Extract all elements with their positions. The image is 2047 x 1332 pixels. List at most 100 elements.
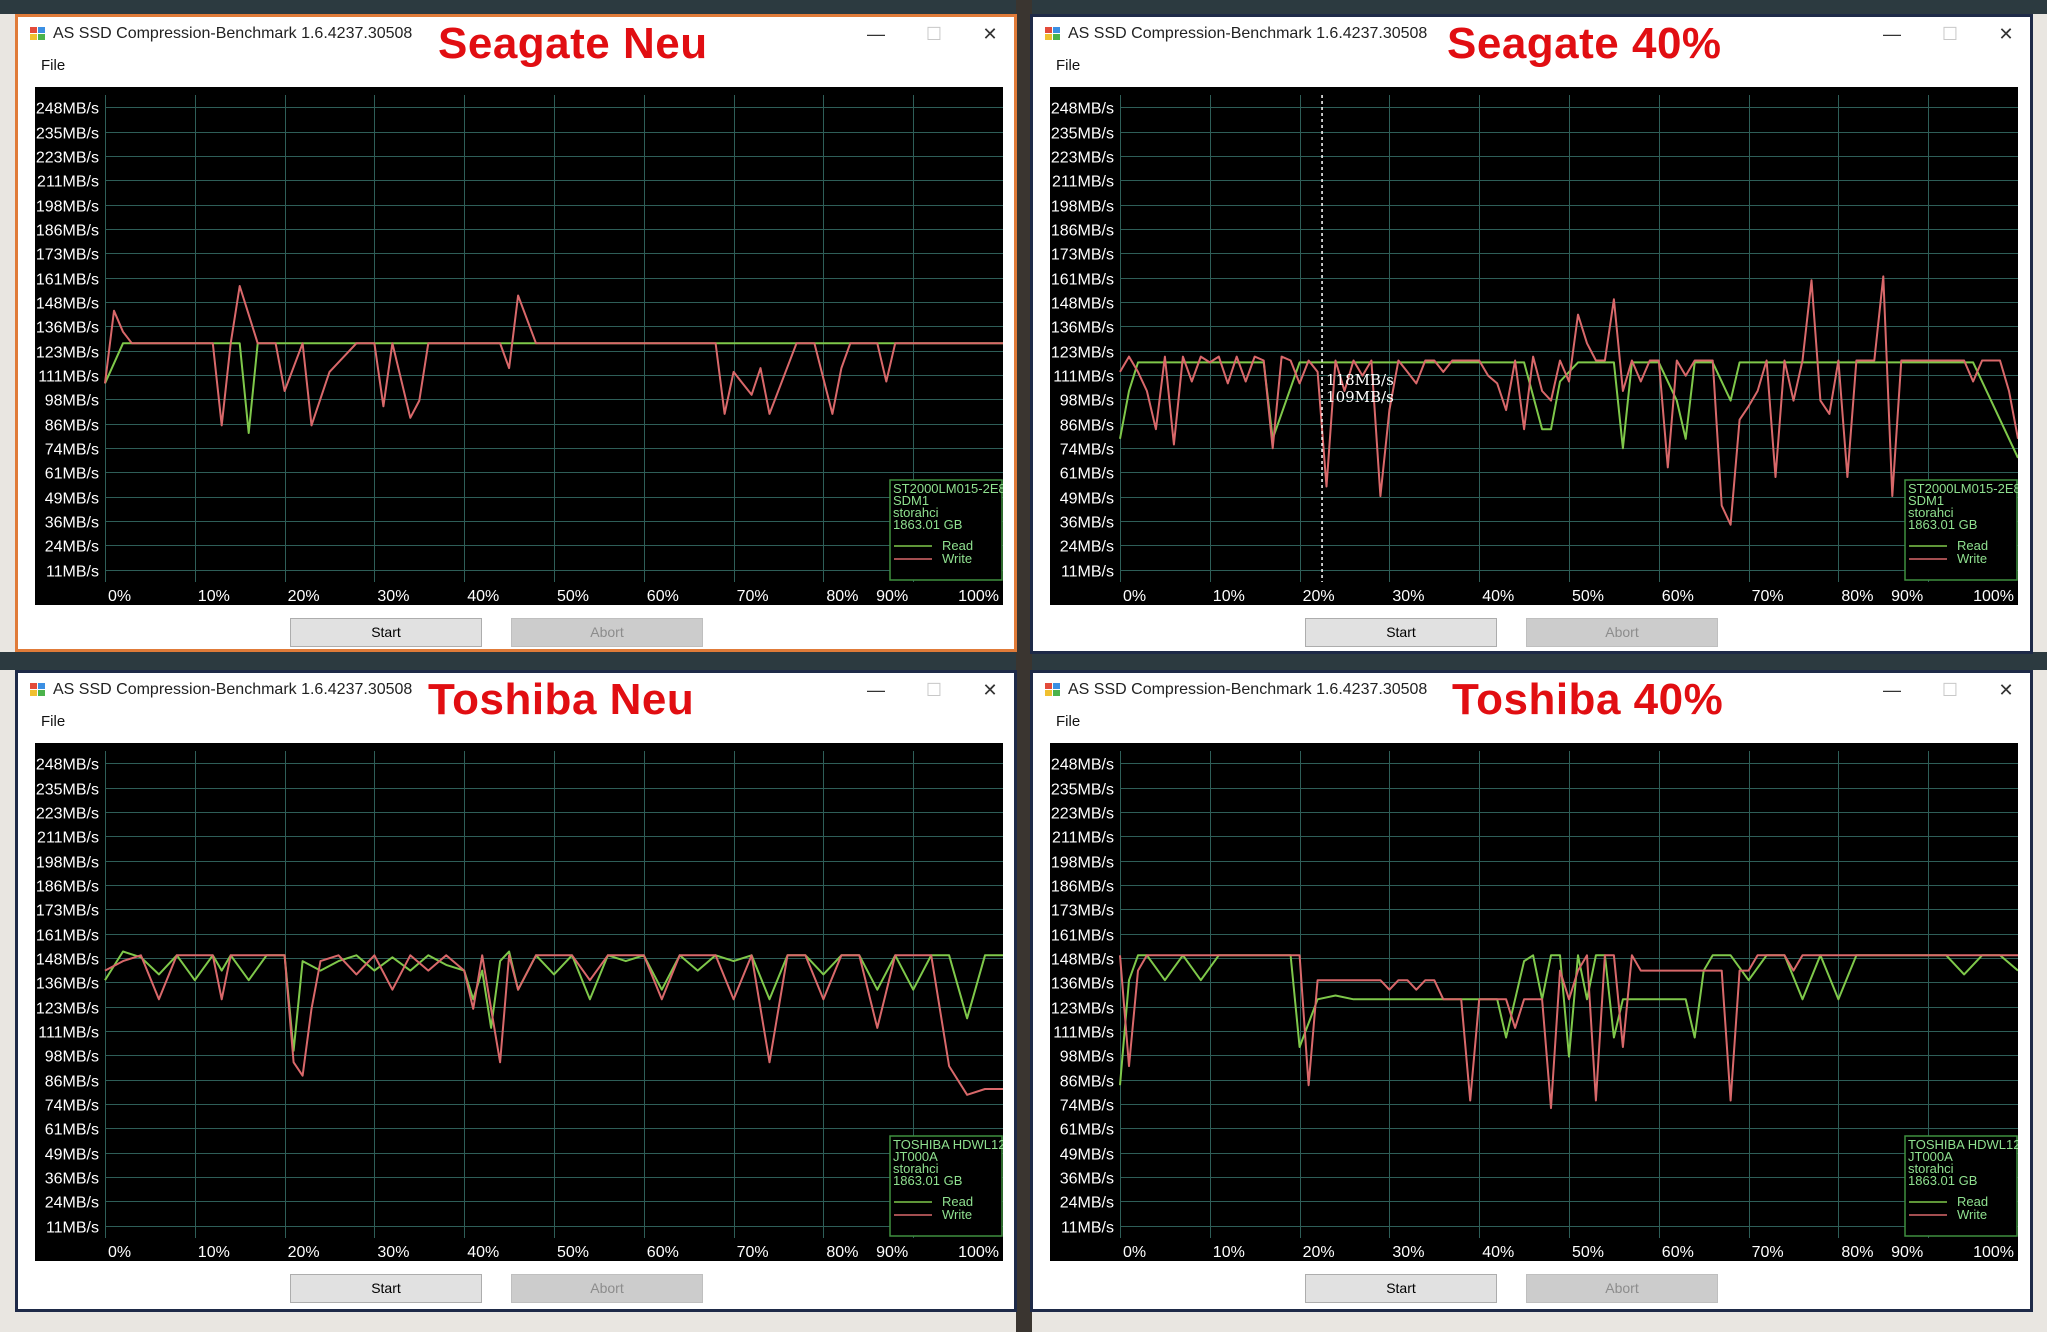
x-tick-label: 50% <box>557 1244 589 1261</box>
x-tick-label: 20% <box>1303 1244 1335 1261</box>
x-tick-label: 60% <box>647 1244 679 1261</box>
x-tick-label: 100% <box>1973 588 2014 605</box>
abort-button[interactable]: Abort <box>511 618 703 647</box>
abort-button[interactable]: Abort <box>1526 1274 1718 1303</box>
y-tick-label: 148MB/s <box>1051 952 1114 969</box>
y-tick-label: 161MB/s <box>36 272 99 289</box>
minimize-icon[interactable]: — <box>856 21 896 47</box>
x-tick-label: 10% <box>1213 1244 1245 1261</box>
y-tick-label: 11MB/s <box>1061 564 1114 581</box>
y-tick-label: 136MB/s <box>1051 320 1114 337</box>
y-tick-label: 111MB/s <box>38 369 99 386</box>
y-tick-label: 98MB/s <box>1060 1049 1114 1066</box>
x-tick-label: 20% <box>1303 588 1335 605</box>
title-bar[interactable]: AS SSD Compression-Benchmark 1.6.4237.30… <box>1033 673 2030 724</box>
y-tick-label: 248MB/s <box>1051 101 1114 118</box>
menu-bar: File <box>1033 53 2030 79</box>
x-tick-label: 50% <box>1572 1244 1604 1261</box>
y-tick-label: 111MB/s <box>38 1025 99 1042</box>
abort-button[interactable]: Abort <box>1526 618 1718 647</box>
maximize-icon[interactable]: ☐ <box>914 21 954 47</box>
y-tick-label: 24MB/s <box>1060 539 1114 556</box>
y-tick-label: 49MB/s <box>45 1147 99 1164</box>
x-tick-label: 100% <box>1973 1244 2014 1261</box>
window-title: AS SSD Compression-Benchmark 1.6.4237.30… <box>1068 25 1428 42</box>
y-tick-label: 61MB/s <box>1060 466 1114 483</box>
y-tick-label: 161MB/s <box>1051 272 1114 289</box>
y-tick-label: 148MB/s <box>1051 296 1114 313</box>
y-tick-label: 136MB/s <box>36 320 99 337</box>
y-tick-label: 198MB/s <box>36 855 99 872</box>
x-tick-label: 90% <box>1891 588 1923 605</box>
abort-button[interactable]: Abort <box>511 1274 703 1303</box>
y-tick-label: 61MB/s <box>1060 1122 1114 1139</box>
start-button[interactable]: Start <box>1305 618 1497 647</box>
x-tick-label: 70% <box>737 588 769 605</box>
x-tick-label: 20% <box>288 588 320 605</box>
menu-file[interactable]: File <box>41 713 65 730</box>
menu-file[interactable]: File <box>1056 713 1080 730</box>
x-tick-label: 20% <box>288 1244 320 1261</box>
x-tick-label: 10% <box>1213 588 1245 605</box>
y-tick-label: 248MB/s <box>36 757 99 774</box>
minimize-icon[interactable]: — <box>1872 21 1912 47</box>
x-tick-label: 60% <box>1662 588 1694 605</box>
y-tick-label: 61MB/s <box>45 466 99 483</box>
x-tick-label: 70% <box>1752 588 1784 605</box>
maximize-icon[interactable]: ☐ <box>1930 677 1970 703</box>
menu-file[interactable]: File <box>1056 57 1080 74</box>
y-tick-label: 98MB/s <box>45 1049 99 1066</box>
benchmark-chart: 248MB/s 235MB/s 223MB/s 211MB/s 198MB/s 186MB… <box>1050 87 2018 605</box>
y-tick-label: 223MB/s <box>36 806 99 823</box>
x-tick-label: 100% <box>958 588 999 605</box>
x-tick-label: 50% <box>1572 588 1604 605</box>
y-tick-label: 186MB/s <box>1051 223 1114 240</box>
y-tick-label: 223MB/s <box>1051 150 1114 167</box>
maximize-icon[interactable]: ☐ <box>1930 21 1970 47</box>
menu-file[interactable]: File <box>41 57 65 74</box>
x-tick-label: 70% <box>737 1244 769 1261</box>
close-icon[interactable]: ✕ <box>970 21 1010 47</box>
x-tick-label: 80% <box>1841 588 1873 605</box>
window-title: AS SSD Compression-Benchmark 1.6.4237.30… <box>53 681 413 698</box>
y-tick-label: 235MB/s <box>1051 126 1114 143</box>
maximize-icon[interactable]: ☐ <box>914 677 954 703</box>
y-tick-label: 123MB/s <box>1051 345 1114 362</box>
y-tick-label: 198MB/s <box>1051 199 1114 216</box>
y-tick-label: 123MB/s <box>1051 1001 1114 1018</box>
y-tick-label: 86MB/s <box>1060 1074 1114 1091</box>
minimize-icon[interactable]: — <box>1872 677 1912 703</box>
benchmark-chart: 248MB/s 235MB/s 223MB/s 211MB/s 198MB/s 186MB… <box>35 743 1003 1261</box>
close-icon[interactable]: ✕ <box>970 677 1010 703</box>
title-bar[interactable]: AS SSD Compression-Benchmark 1.6.4237.30… <box>18 17 1014 68</box>
x-tick-label: 60% <box>647 588 679 605</box>
y-tick-label: 24MB/s <box>45 1195 99 1212</box>
y-tick-label: 248MB/s <box>1051 757 1114 774</box>
y-tick-label: 235MB/s <box>36 782 99 799</box>
benchmark-chart: 248MB/s 235MB/s 223MB/s 211MB/s 198MB/s 186MB… <box>1050 743 2018 1261</box>
benchmark-window-toshiba-neu: AS SSD Compression-Benchmark 1.6.4237.30… <box>15 670 1017 1312</box>
x-tick-label: 100% <box>958 1244 999 1261</box>
legend-drive-info: 1863.01 GB <box>893 1173 962 1188</box>
benchmark-chart-svg: 248MB/s 235MB/s 223MB/s 211MB/s 198MB/s 186MB… <box>1051 751 2018 1261</box>
close-icon[interactable]: ✕ <box>1986 677 2026 703</box>
start-button[interactable]: Start <box>290 1274 482 1303</box>
y-tick-label: 49MB/s <box>1060 491 1114 508</box>
start-button[interactable]: Start <box>1305 1274 1497 1303</box>
y-tick-label: 36MB/s <box>1060 515 1114 532</box>
y-tick-label: 198MB/s <box>1051 855 1114 872</box>
minimize-icon[interactable]: — <box>856 677 896 703</box>
y-tick-label: 161MB/s <box>1051 928 1114 945</box>
y-tick-label: 49MB/s <box>1060 1147 1114 1164</box>
title-bar[interactable]: AS SSD Compression-Benchmark 1.6.4237.30… <box>1033 17 2030 68</box>
as-ssd-app-icon <box>1045 683 1061 697</box>
x-tick-label: 0% <box>108 1244 131 1261</box>
x-tick-label: 60% <box>1662 1244 1694 1261</box>
y-tick-label: 11MB/s <box>46 564 99 581</box>
x-tick-label: 90% <box>876 1244 908 1261</box>
benchmark-window-seagate-neu: AS SSD Compression-Benchmark 1.6.4237.30… <box>15 14 1017 652</box>
close-icon[interactable]: ✕ <box>1986 21 2026 47</box>
title-bar[interactable]: AS SSD Compression-Benchmark 1.6.4237.30… <box>18 673 1014 724</box>
start-button[interactable]: Start <box>290 618 482 647</box>
y-tick-label: 223MB/s <box>36 150 99 167</box>
